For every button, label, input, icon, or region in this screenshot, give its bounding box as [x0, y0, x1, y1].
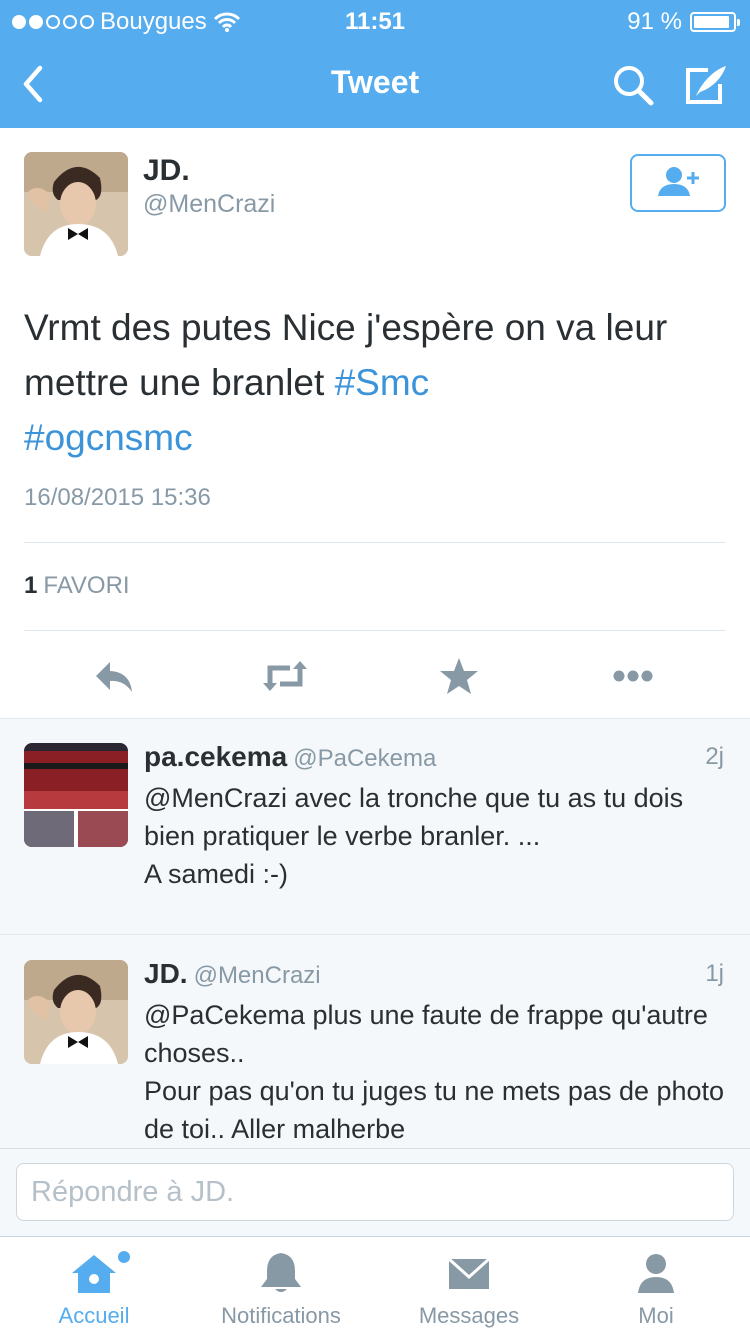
tab-label: Messages [418, 1303, 520, 1328]
nav-bar: Tweet [0, 40, 750, 128]
avatar[interactable] [24, 152, 128, 256]
divider [24, 630, 726, 631]
status-bar: Bouygues 11:51 91 % [0, 0, 750, 40]
author-name[interactable]: JD. [143, 154, 190, 188]
tab-label: Accueil [58, 1303, 130, 1328]
reply-author[interactable]: pa.cekema @PaCekema [144, 741, 436, 773]
reply-item[interactable]: JD. @MenCrazi 1j @PaCekema plus une faute… [0, 936, 750, 1149]
star-icon [440, 658, 478, 694]
compose-icon [686, 66, 726, 104]
new-content-badge [118, 1251, 130, 1263]
favorites-count[interactable]: 1 FAVORI [24, 572, 130, 600]
divider [24, 542, 726, 543]
header: Bouygues 11:51 91 % Tweet [0, 0, 750, 128]
add-user-icon [658, 167, 699, 196]
hashtag-link[interactable]: #Smc [335, 362, 430, 403]
reply-input[interactable] [16, 1163, 734, 1221]
bell-icon [261, 1253, 301, 1292]
retweet-icon [263, 661, 307, 691]
more-button[interactable] [608, 654, 658, 698]
favorite-button[interactable] [434, 654, 484, 698]
tab-label: Moi [638, 1303, 674, 1328]
reply-time: 2j [705, 743, 724, 770]
author-handle[interactable]: @MenCrazi [143, 190, 275, 219]
tab-notifications[interactable]: Notifications [187, 1237, 375, 1334]
main-tweet: JD. @MenCrazi Vrmt des putes Nice j'espè… [0, 128, 750, 718]
reply-time: 1j [705, 960, 724, 987]
retweet-button[interactable] [260, 654, 310, 698]
tab-label: Notifications [221, 1303, 341, 1328]
tweet-actions [0, 648, 750, 708]
person-icon [638, 1254, 674, 1293]
envelope-icon [447, 1257, 491, 1289]
search-icon [614, 66, 654, 106]
battery-percent: 91 % [627, 8, 682, 35]
reply-button[interactable] [90, 654, 140, 698]
more-dots-icon [613, 670, 653, 682]
tweet-text: Vrmt des putes Nice j'espère on va leur … [24, 300, 724, 465]
reply-name: pa.cekema [144, 741, 288, 772]
tab-home[interactable]: Accueil [0, 1237, 188, 1334]
compose-button[interactable] [680, 60, 732, 110]
follow-button[interactable] [630, 154, 726, 212]
avatar-photo [24, 743, 128, 847]
tweet-detail-screen: Bouygues 11:51 91 % Tweet JD. @MenCrazi … [0, 0, 750, 1334]
favorites-label: FAVORI [43, 572, 130, 599]
avatar-photo [24, 152, 128, 256]
reply-name: JD. [144, 958, 188, 989]
hashtag-link[interactable]: #ogcnsmc [24, 417, 193, 458]
replies-list: pa.cekema @PaCekema 2j @MenCrazi avec la … [0, 718, 750, 1148]
reply-text: @PaCekema plus une faute de frappe qu'au… [144, 1000, 725, 1144]
reply-handle: @PaCekema [293, 745, 437, 772]
tweet-timestamp: 16/08/2015 15:36 [24, 484, 211, 511]
avatar[interactable] [24, 960, 128, 1064]
tab-bar: Accueil Notifications Messages Moi [0, 1236, 750, 1334]
battery-group: 91 % [627, 8, 740, 36]
avatar-photo [24, 960, 128, 1064]
reply-handle: @MenCrazi [193, 962, 321, 989]
reply-item[interactable]: pa.cekema @PaCekema 2j @MenCrazi avec la … [0, 719, 750, 935]
avatar[interactable] [24, 743, 128, 847]
reply-bar [0, 1148, 750, 1236]
home-icon [72, 1255, 116, 1293]
reply-icon [96, 662, 132, 692]
favorites-number: 1 [24, 572, 38, 599]
battery-icon [690, 12, 740, 32]
tab-messages[interactable]: Messages [375, 1237, 563, 1334]
reply-text: @MenCrazi avec la tronche que tu as tu d… [144, 783, 684, 889]
search-button[interactable] [610, 62, 656, 108]
tab-me[interactable]: Moi [562, 1237, 750, 1334]
reply-author[interactable]: JD. @MenCrazi [144, 958, 321, 990]
